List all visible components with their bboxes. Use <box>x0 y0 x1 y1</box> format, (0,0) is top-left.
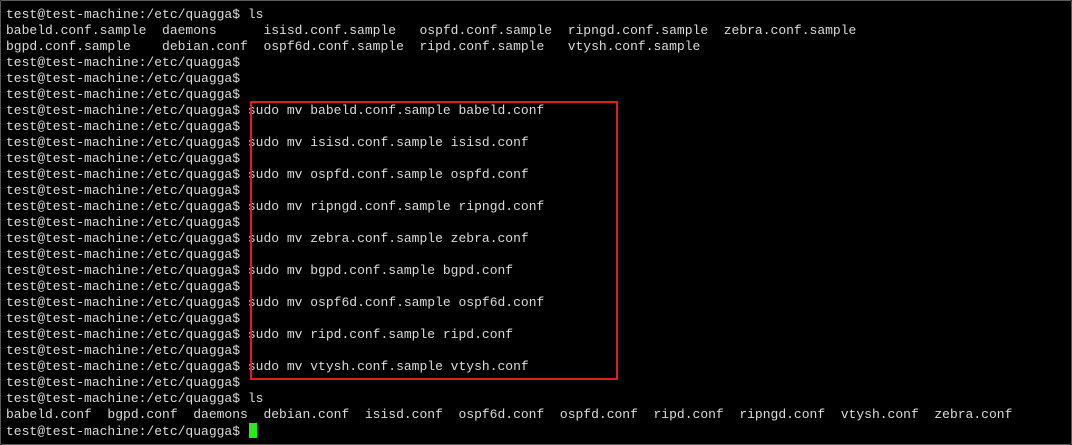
shell-prompt: test@test-machine:/etc/quagga$ <box>6 215 241 230</box>
shell-prompt: test@test-machine:/etc/quagga$ <box>6 135 241 150</box>
shell-command <box>240 424 248 439</box>
shell-prompt: test@test-machine:/etc/quagga$ <box>6 311 241 326</box>
shell-prompt: test@test-machine:/etc/quagga$ <box>6 375 241 390</box>
shell-prompt: test@test-machine:/etc/quagga$ <box>6 231 241 246</box>
shell-command: ls <box>240 391 264 406</box>
terminal-prompt-line: test@test-machine:/etc/quagga$ <box>6 55 1012 71</box>
shell-prompt: test@test-machine:/etc/quagga$ <box>6 183 241 198</box>
terminal-prompt-line: test@test-machine:/etc/quagga$ ls <box>6 7 1012 23</box>
shell-prompt: test@test-machine:/etc/quagga$ <box>6 199 241 214</box>
shell-prompt: test@test-machine:/etc/quagga$ <box>6 247 241 262</box>
terminal-output-line: babeld.conf bgpd.conf daemons debian.con… <box>6 407 1013 422</box>
shell-prompt: test@test-machine:/etc/quagga$ <box>6 167 241 182</box>
shell-prompt: test@test-machine:/etc/quagga$ <box>6 295 241 310</box>
terminal-prompt-line: test@test-machine:/etc/quagga$ ls <box>6 391 1012 407</box>
shell-command: ls <box>240 7 264 22</box>
shell-prompt: test@test-machine:/etc/quagga$ <box>6 279 241 294</box>
terminal-output-line: babeld.conf.sample daemons isisd.conf.sa… <box>6 23 857 38</box>
shell-prompt: test@test-machine:/etc/quagga$ <box>6 391 241 406</box>
terminal-prompt-line: test@test-machine:/etc/quagga$ <box>6 71 1012 87</box>
shell-prompt: test@test-machine:/etc/quagga$ <box>6 71 241 86</box>
shell-prompt: test@test-machine:/etc/quagga$ <box>6 55 241 70</box>
shell-prompt: test@test-machine:/etc/quagga$ <box>6 87 241 102</box>
shell-prompt: test@test-machine:/etc/quagga$ <box>6 103 241 118</box>
shell-prompt: test@test-machine:/etc/quagga$ <box>6 151 241 166</box>
terminal-cursor[interactable] <box>248 423 257 438</box>
shell-prompt: test@test-machine:/etc/quagga$ <box>6 327 241 342</box>
highlight-annotation-box <box>250 101 618 380</box>
shell-prompt: test@test-machine:/etc/quagga$ <box>6 343 241 358</box>
terminal-output-line: bgpd.conf.sample debian.conf ospf6d.conf… <box>6 39 701 54</box>
shell-prompt: test@test-machine:/etc/quagga$ <box>6 359 241 374</box>
shell-prompt: test@test-machine:/etc/quagga$ <box>6 263 241 278</box>
shell-prompt: test@test-machine:/etc/quagga$ <box>6 119 241 134</box>
shell-prompt: test@test-machine:/etc/quagga$ <box>6 7 241 22</box>
terminal-prompt-line: test@test-machine:/etc/quagga$ <box>6 423 1012 439</box>
shell-prompt: test@test-machine:/etc/quagga$ <box>6 424 241 439</box>
